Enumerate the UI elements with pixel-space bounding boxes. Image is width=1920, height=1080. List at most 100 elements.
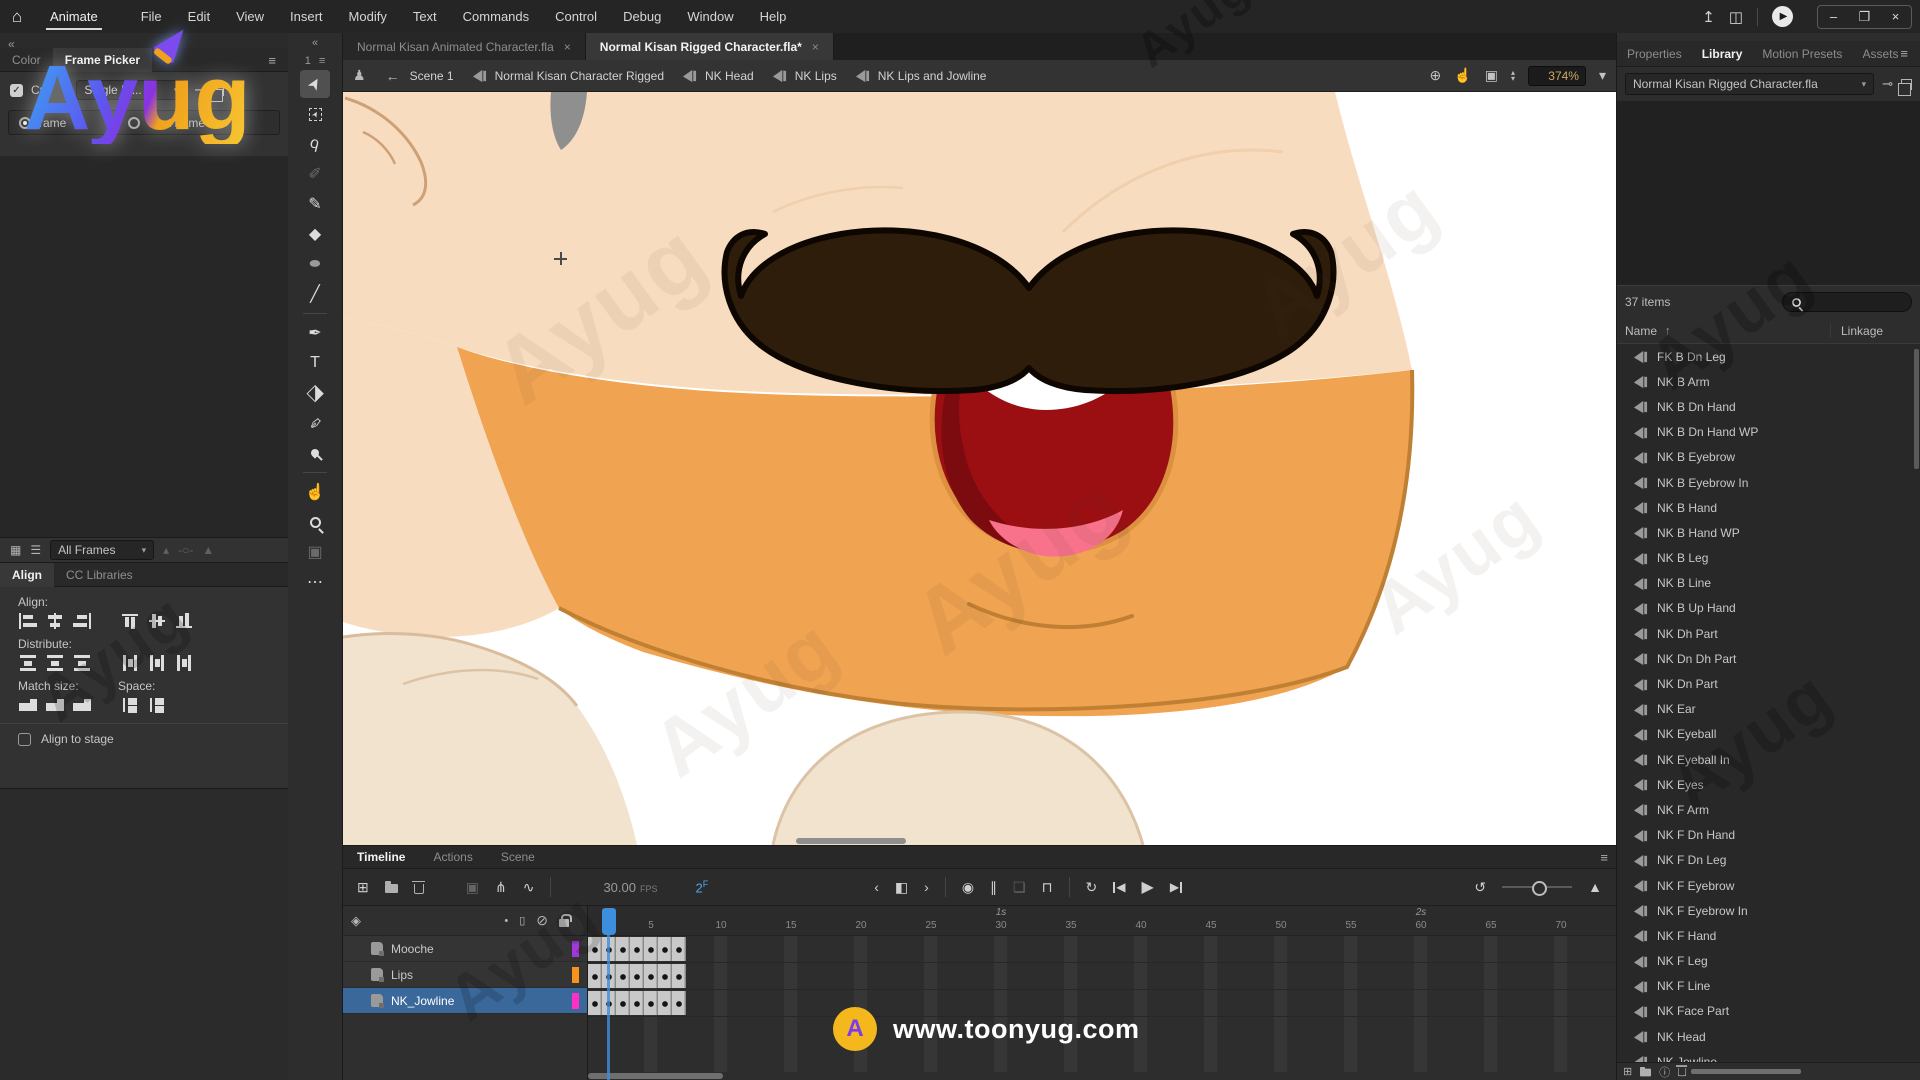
- distribute-top-icon[interactable]: [18, 655, 38, 671]
- layer-frames-row[interactable]: [588, 937, 1616, 963]
- library-item[interactable]: NK F Dn Leg: [1617, 848, 1920, 873]
- panel-tab[interactable]: Motion Presets: [1752, 47, 1852, 61]
- library-vertical-scrollbar[interactable]: [1914, 349, 1919, 469]
- zoom-stepper[interactable]: ▴▾: [1511, 70, 1515, 82]
- menu-item[interactable]: Insert: [277, 0, 336, 33]
- test-movie-button[interactable]: ▶: [1772, 6, 1793, 27]
- breadcrumb-item[interactable]: Scene 1: [410, 69, 454, 83]
- timeline-zoom-slider[interactable]: [1502, 886, 1572, 888]
- toolbar-drag-handle[interactable]: ≡: [319, 55, 325, 67]
- rig-parenting-icon[interactable]: ⋔: [495, 879, 507, 896]
- frames-area[interactable]: 1s2s 510152025303540455055606570: [588, 906, 1616, 1080]
- library-item[interactable]: NK B Leg: [1617, 546, 1920, 571]
- grid-view-icon[interactable]: ▦: [10, 543, 21, 557]
- eraser-tool[interactable]: ◆: [300, 220, 330, 248]
- library-item[interactable]: NK F Dn Hand: [1617, 823, 1920, 848]
- prev-keyframe-icon[interactable]: ‹: [874, 879, 879, 895]
- pin-library-icon[interactable]: ⊸: [1882, 76, 1893, 92]
- library-item[interactable]: NK Eyeball: [1617, 722, 1920, 747]
- pen-tool[interactable]: ✒: [300, 319, 330, 347]
- timeline-tab[interactable]: Actions: [419, 850, 486, 864]
- space-vertical-icon[interactable]: [120, 697, 140, 713]
- library-item[interactable]: NK Eyes: [1617, 772, 1920, 797]
- step-back-button[interactable]: ◀: [1113, 880, 1125, 894]
- keyframe-span[interactable]: [588, 964, 686, 988]
- layer-frames-row[interactable]: [588, 991, 1616, 1017]
- onion-outlines-icon[interactable]: ∥: [990, 879, 997, 896]
- rotate-view-icon[interactable]: ☝: [1454, 67, 1471, 84]
- hand-tool[interactable]: ☝: [300, 478, 330, 506]
- library-item[interactable]: NK Head: [1617, 1024, 1920, 1049]
- library-item[interactable]: NK B Eyebrow: [1617, 445, 1920, 470]
- next-keyframe-icon[interactable]: ›: [924, 879, 929, 895]
- new-layer-icon[interactable]: ⊞: [357, 879, 369, 896]
- classic-brush-tool[interactable]: ✎: [300, 190, 330, 218]
- panel-tab[interactable]: Align: [0, 563, 54, 587]
- frame-range-dropdown[interactable]: Single Fr... ▾: [76, 80, 186, 100]
- layer-color-swatch[interactable]: [572, 941, 579, 957]
- align-middle-icon[interactable]: [147, 613, 167, 629]
- panel-tab[interactable]: Library: [1692, 47, 1753, 61]
- new-panel-icon[interactable]: [213, 85, 224, 96]
- breadcrumb-item[interactable]: NK Head: [682, 68, 754, 83]
- panel-tab[interactable]: Color: [0, 48, 53, 72]
- library-item[interactable]: NK Jowline: [1617, 1049, 1920, 1062]
- library-search-input[interactable]: [1782, 292, 1912, 312]
- new-folder-icon[interactable]: [385, 884, 398, 893]
- symbol-properties-icon[interactable]: ⓘ: [1659, 1064, 1670, 1080]
- align-to-stage-checkbox[interactable]: [18, 733, 31, 746]
- library-document-dropdown[interactable]: Normal Kisan Rigged Character.fla ▾: [1625, 73, 1874, 95]
- library-item[interactable]: NK Dn Part: [1617, 671, 1920, 696]
- paint-bucket-tool[interactable]: ◪: [300, 379, 330, 407]
- menu-item[interactable]: View: [223, 0, 277, 33]
- panel-tab[interactable]: Frame Picker: [53, 48, 152, 72]
- library-item[interactable]: NK F Arm: [1617, 797, 1920, 822]
- eyedropper-tool[interactable]: ✑: [300, 409, 330, 437]
- fit-timeline-icon[interactable]: ▲: [1588, 879, 1602, 895]
- menu-item[interactable]: Text: [400, 0, 450, 33]
- insert-frame-icon[interactable]: ⊓: [1042, 879, 1053, 896]
- current-frame-value[interactable]: 2F: [696, 879, 709, 895]
- list-view-icon[interactable]: ☰: [30, 543, 41, 557]
- library-item[interactable]: FK B Dn Leg: [1617, 344, 1920, 369]
- library-horizontal-scrollbar[interactable]: [1691, 1069, 1801, 1074]
- breadcrumb-item[interactable]: Normal Kisan Character Rigged: [472, 68, 664, 83]
- panel-menu-icon[interactable]: ≡: [1600, 850, 1608, 865]
- distribute-left-icon[interactable]: [120, 655, 140, 671]
- asset-warp-tool[interactable]: [300, 439, 330, 467]
- lasso-tool[interactable]: ρ: [300, 130, 330, 158]
- space-horizontal-icon[interactable]: [147, 697, 167, 713]
- lock-column-icon[interactable]: [559, 919, 569, 927]
- menu-animate[interactable]: Animate: [34, 0, 114, 33]
- document-tab[interactable]: Normal Kisan Rigged Character.fla* ×: [586, 33, 834, 60]
- back-arrow-icon[interactable]: ←: [386, 68, 400, 84]
- insert-keyframe-icon[interactable]: ◧: [895, 879, 908, 896]
- library-item[interactable]: NK Dn Dh Part: [1617, 646, 1920, 671]
- library-item[interactable]: NK Dh Part: [1617, 621, 1920, 646]
- loop-icon[interactable]: ↻: [1086, 879, 1098, 896]
- step-forward-button[interactable]: ▶: [1170, 880, 1182, 894]
- new-symbol-icon[interactable]: ⊞: [1623, 1065, 1632, 1078]
- home-icon[interactable]: ⌂: [0, 7, 34, 27]
- clip-content-icon[interactable]: ▣: [1485, 67, 1498, 84]
- close-button[interactable]: ×: [1880, 9, 1911, 24]
- library-item[interactable]: NK F Hand: [1617, 923, 1920, 948]
- keyframe-span[interactable]: [588, 991, 686, 1015]
- camera-icon[interactable]: ▣: [466, 879, 479, 896]
- timeline-layer-row[interactable]: NK_Jowline: [343, 988, 587, 1014]
- timeline-ruler[interactable]: 1s2s 510152025303540455055606570: [588, 906, 1616, 936]
- library-item[interactable]: NK Eyeball In: [1617, 747, 1920, 772]
- library-item[interactable]: NK B Line: [1617, 571, 1920, 596]
- library-item[interactable]: NK F Eyebrow In: [1617, 898, 1920, 923]
- last-frame-radio[interactable]: [128, 117, 140, 129]
- menu-item[interactable]: Commands: [450, 0, 542, 33]
- library-item[interactable]: NK F Line: [1617, 974, 1920, 999]
- layer-color-swatch[interactable]: [572, 993, 579, 1009]
- library-item[interactable]: NK B Up Hand: [1617, 596, 1920, 621]
- minimize-button[interactable]: –: [1818, 9, 1849, 24]
- library-item[interactable]: NK F Eyebrow: [1617, 873, 1920, 898]
- workspace-icon[interactable]: ◫: [1729, 8, 1743, 26]
- layer-frames-row[interactable]: [588, 964, 1616, 990]
- breadcrumb-item[interactable]: NK Lips and Jowline: [855, 68, 987, 83]
- first-frame-radio[interactable]: [19, 117, 31, 129]
